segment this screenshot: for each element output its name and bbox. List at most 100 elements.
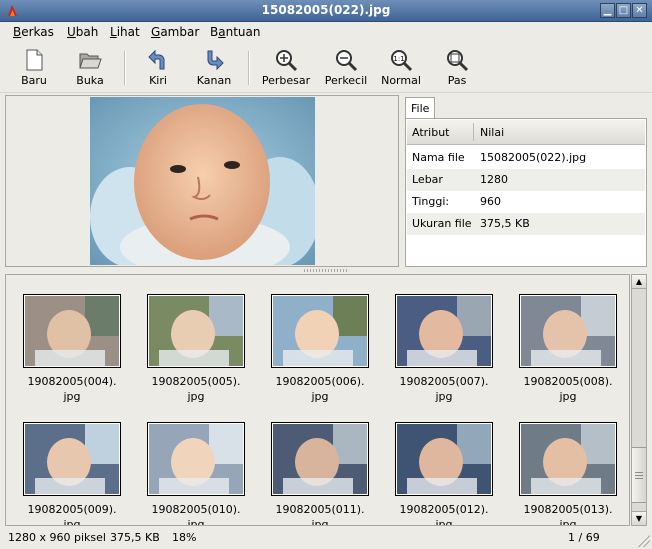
thumbnail-item[interactable]: 19082005(010). jpg bbox=[136, 422, 256, 526]
rotate-left-button[interactable]: Kiri bbox=[140, 48, 176, 90]
thumbnail-photo bbox=[521, 424, 615, 494]
menu-label: ambar bbox=[160, 25, 200, 39]
menu-bantuan[interactable]: Bantuan bbox=[210, 25, 260, 39]
row-attr: Lebar bbox=[412, 173, 443, 186]
thumbnail-item[interactable]: 19082005(006). jpg bbox=[260, 294, 380, 404]
open-button[interactable]: Buka bbox=[70, 48, 110, 90]
thumbnail-photo bbox=[149, 296, 243, 366]
row-attr: Ukuran file bbox=[412, 217, 472, 230]
toolbar: Baru Buka Kiri Kanan Perbesar Perkecil 1… bbox=[0, 43, 652, 93]
table-row[interactable]: Ukuran file 375,5 KB bbox=[407, 213, 645, 235]
thumbnail-image[interactable] bbox=[519, 294, 617, 368]
thumbnail-image[interactable] bbox=[147, 294, 245, 368]
new-button[interactable]: Baru bbox=[14, 48, 54, 90]
zoom-normal-label: Normal bbox=[381, 74, 421, 87]
properties-table: Atribut Nilai Nama file 15082005(022).jp… bbox=[405, 118, 647, 267]
thumbnail-item[interactable]: 19082005(011). jpg bbox=[260, 422, 380, 525]
row-value: 15082005(022).jpg bbox=[480, 151, 587, 164]
rotate-right-label: Kanan bbox=[196, 74, 232, 87]
menu-label: Bantuan bbox=[210, 25, 261, 39]
thumbnail-item[interactable]: 19082005(009). jpg bbox=[12, 422, 132, 526]
thumbnail-image[interactable] bbox=[23, 422, 121, 496]
zoom-in-label: Perbesar bbox=[261, 74, 311, 87]
toolbar-separator bbox=[124, 51, 126, 85]
maximize-button[interactable]: □ bbox=[616, 3, 631, 18]
toolbar-separator bbox=[248, 51, 250, 85]
pane-splitter[interactable] bbox=[304, 269, 348, 272]
tab-file[interactable]: File bbox=[405, 97, 435, 119]
thumbnail-caption: 19082005(009). jpg bbox=[27, 503, 117, 526]
zoom-normal-icon: 1:1 bbox=[391, 50, 413, 72]
menu-label: erkas bbox=[21, 25, 54, 39]
zoom-normal-button[interactable]: 1:1 Normal bbox=[378, 48, 424, 90]
title-bar[interactable]: 15082005(022).jpg ▁ □ ✕ bbox=[0, 0, 652, 22]
thumbnail-item[interactable]: 19082005(004). jpg bbox=[12, 294, 132, 404]
thumbnail-item[interactable]: 19082005(008). jpg bbox=[508, 294, 628, 404]
zoom-fit-label: Pas bbox=[447, 74, 467, 87]
thumbnail-item[interactable]: 19082005(007). jpg bbox=[384, 294, 504, 404]
thumbnail-caption: 19082005(010). jpg bbox=[151, 503, 241, 526]
thumbnail-item[interactable]: 19082005(012). jpg bbox=[384, 422, 504, 526]
zoom-out-icon bbox=[336, 50, 358, 72]
table-row[interactable]: Lebar 1280 bbox=[407, 169, 645, 191]
thumbnail-caption: 19082005(008). jpg bbox=[523, 375, 613, 403]
thumbnail-caption: 19082005(013). jpg bbox=[523, 503, 613, 526]
thumbnail-caption: 19082005(005). jpg bbox=[151, 375, 241, 403]
thumbnail-image[interactable] bbox=[271, 422, 369, 496]
thumbnail-item[interactable]: 19082005(005). jpg bbox=[136, 294, 256, 404]
thumbnail-photo bbox=[25, 296, 119, 366]
thumbnail-caption: 19082005(007). jpg bbox=[399, 375, 489, 403]
table-row[interactable]: Tinggi: 960 bbox=[407, 191, 645, 213]
status-position: 1 / 69 bbox=[568, 531, 600, 544]
thumbnail-image[interactable] bbox=[271, 294, 369, 368]
rotate-right-icon bbox=[207, 50, 224, 71]
rotate-right-button[interactable]: Kanan bbox=[192, 48, 236, 90]
menu-lihat[interactable]: Lihat bbox=[110, 25, 140, 39]
thumbnail-image[interactable] bbox=[395, 294, 493, 368]
zoom-out-label: Perkecil bbox=[324, 74, 368, 87]
menu-ubah[interactable]: Ubah bbox=[67, 25, 98, 39]
current-image[interactable] bbox=[90, 97, 315, 265]
minimize-button[interactable]: ▁ bbox=[600, 3, 615, 18]
status-zoom: 18% bbox=[172, 531, 197, 544]
close-button[interactable]: ✕ bbox=[632, 3, 647, 18]
menu-bar: Berkas Ubah Lihat Gambar Bantuan bbox=[0, 22, 652, 43]
menu-gambar[interactable]: Gambar bbox=[151, 25, 199, 39]
thumbnail-image[interactable] bbox=[147, 422, 245, 496]
zoom-fit-button[interactable]: Pas bbox=[440, 48, 474, 90]
column-divider[interactable] bbox=[473, 123, 474, 141]
table-row[interactable]: Nama file 15082005(022).jpg bbox=[407, 147, 645, 169]
window-title: 15082005(022).jpg bbox=[261, 3, 391, 17]
image-viewer[interactable] bbox=[5, 95, 399, 267]
scroll-thumb[interactable] bbox=[632, 447, 646, 503]
thumbnail-grid[interactable]: 19082005(004). jpg 19082005(005). jpg 190820… bbox=[5, 274, 630, 526]
thumbnail-caption: 19082005(012). jpg bbox=[399, 503, 489, 526]
rotate-left-icon bbox=[148, 49, 165, 70]
status-dimensions: 1280 x 960 piksel bbox=[8, 531, 106, 544]
thumbnail-image[interactable] bbox=[395, 422, 493, 496]
scroll-up-button[interactable]: ▲ bbox=[632, 275, 646, 289]
menu-label: bah bbox=[75, 25, 99, 39]
new-label: Baru bbox=[21, 74, 47, 87]
thumbnail-caption: 19082005(004). jpg bbox=[27, 375, 117, 403]
thumbnail-image[interactable] bbox=[519, 422, 617, 496]
thumbnail-photo bbox=[149, 424, 243, 494]
row-value: 375,5 KB bbox=[480, 217, 530, 230]
properties-panel: File Atribut Nilai Nama file 15082005(02… bbox=[405, 95, 647, 267]
zoom-out-button[interactable]: Perkecil bbox=[321, 48, 371, 90]
thumbnail-item[interactable]: 19082005(013). jpg bbox=[508, 422, 628, 526]
column-header-attr[interactable]: Atribut bbox=[412, 126, 450, 139]
row-value: 960 bbox=[480, 195, 501, 208]
new-document-icon bbox=[26, 49, 43, 71]
row-value: 1280 bbox=[480, 173, 508, 186]
vertical-scrollbar[interactable]: ▲ ▼ bbox=[631, 274, 647, 526]
resize-grip[interactable] bbox=[638, 535, 650, 547]
thumbnail-photo bbox=[521, 296, 615, 366]
thumbnail-photo bbox=[397, 296, 491, 366]
menu-berkas[interactable]: Berkas bbox=[13, 25, 54, 39]
scroll-down-button[interactable]: ▼ bbox=[632, 511, 646, 525]
thumbnail-image[interactable] bbox=[23, 294, 121, 368]
zoom-in-button[interactable]: Perbesar bbox=[258, 48, 314, 90]
column-header-value[interactable]: Nilai bbox=[480, 126, 504, 139]
status-bar: 1280 x 960 piksel 375,5 KB 18% 1 / 69 bbox=[0, 527, 652, 549]
